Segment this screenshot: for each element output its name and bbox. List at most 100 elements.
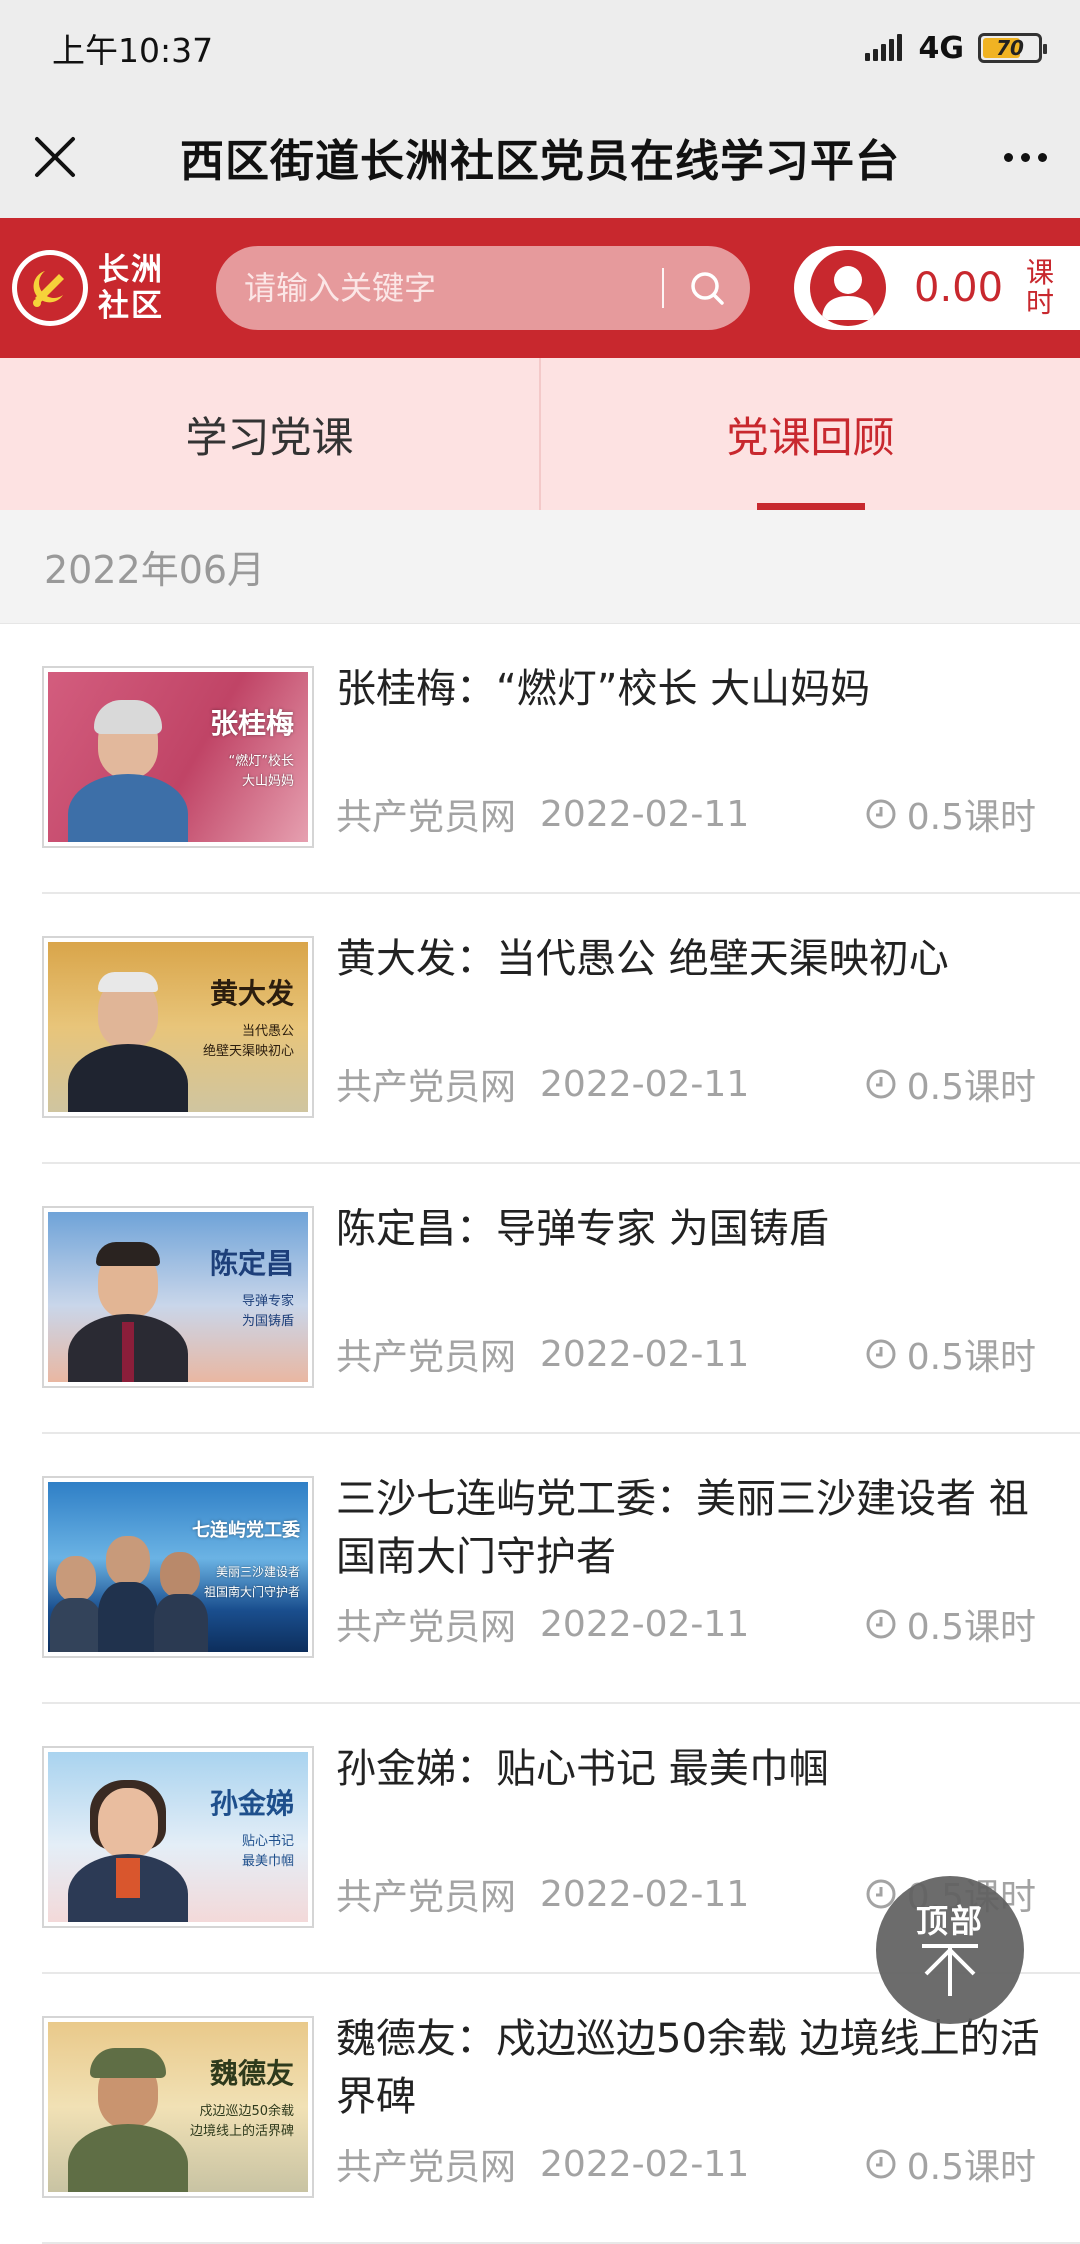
thumbnail-name: 黄大发 [209,977,294,1010]
search-button[interactable] [664,246,750,330]
thumbnail-caption-line1: 导弹专家 [241,1294,294,1309]
more-dot-icon [1003,152,1013,162]
list-item[interactable]: 黄大发 当代愚公 绝壁天渠映初心 黄大发：当代愚公 绝壁天渠映初心 共产党员网 … [42,894,1080,1164]
avatar[interactable] [810,250,886,326]
more-dot-icon [1020,152,1030,162]
lesson-duration: 0.5课时 [906,2147,1036,2188]
thumbnail-caption: 导弹专家 为国铸盾 [242,1292,294,1332]
lesson-source: 共产党员网 [336,1607,517,1648]
lesson-thumbnail[interactable]: 张桂梅 “燃灯”校长 大山妈妈 [42,666,314,848]
thumbnail-caption-line2: 最美巾帼 [241,1854,294,1869]
lesson-thumbnail[interactable]: 七连屿党工委 美丽三沙建设者 祖国南大门守护者 [42,1476,314,1658]
lesson-date: 2022-02-11 [540,1603,750,1645]
lesson-title[interactable]: 黄大发：当代愚公 绝壁天渠映初心 [336,930,1056,988]
thumbnail-caption-line1: 戍边巡边50余载 [199,2104,294,2119]
thumbnail-caption: “燃灯”校长 大山妈妈 [229,752,294,792]
thumbnail-name: 魏德友 [209,2057,294,2090]
battery-level: 70 [996,36,1024,60]
thumbnail-caption: 美丽三沙建设者 祖国南大门守护者 [204,1562,300,1602]
more-button[interactable] [970,96,1080,218]
close-button[interactable] [0,96,110,218]
search-box [216,246,750,330]
lesson-source: 共产党员网 [336,1067,517,1108]
lesson-meta: 共产党员网 2022-02-11 0.5课时 [336,788,1036,840]
thumbnail-caption-line2: 为国铸盾 [241,1314,294,1329]
thumbnail-caption-line2: 绝壁天渠映初心 [202,1044,294,1059]
status-time: 上午10:37 [52,31,214,70]
tab-label: 党课回顾 [726,412,895,462]
thumbnail-caption-line2: 祖国南大门守护者 [203,1585,300,1599]
lesson-thumbnail[interactable]: 陈定昌 导弹专家 为国铸盾 [42,1206,314,1388]
tab-study-lessons[interactable]: 学习党课 [0,358,539,510]
battery-icon: 70 [978,33,1047,63]
tab-lesson-review[interactable]: 党课回顾 [539,358,1080,510]
logo-text-line2: 社区 [98,288,164,324]
lesson-date: 2022-02-11 [540,793,750,835]
lesson-duration: 0.5课时 [906,1067,1036,1108]
close-icon [35,137,75,177]
clock-icon [866,1339,896,1369]
list-item[interactable]: 七连屿党工委 美丽三沙建设者 祖国南大门守护者 三沙七连屿党工委：美丽三沙建设者… [42,1434,1080,1704]
tab-label: 学习党课 [185,412,354,462]
thumbnail-name: 孙金娣 [209,1787,294,1820]
clock-icon [866,799,896,829]
clock-icon [866,2149,896,2179]
clock-icon [866,1069,896,1099]
tab-bar: 学习党课 党课回顾 [0,358,1080,510]
lesson-meta: 共产党员网 2022-02-11 0.5课时 [336,1058,1036,1110]
user-icon [822,266,874,320]
study-hours-unit: 课时 [1026,256,1055,319]
more-dot-icon [1037,152,1047,162]
lesson-duration: 0.5课时 [906,797,1036,838]
lesson-meta: 共产党员网 2022-02-11 0.5课时 [336,2138,1036,2190]
thumbnail-name: 张桂梅 [209,707,294,740]
thumbnail-caption: 当代愚公 绝壁天渠映初心 [203,1022,294,1062]
back-to-top-label: 顶部 [915,1902,984,1940]
site-header: 长洲 社区 0.00 课时 [0,218,1080,358]
lesson-source: 共产党员网 [336,1337,517,1378]
lesson-source: 共产党员网 [336,1877,517,1918]
thumbnail-caption: 戍边巡边50余载 边境线上的活界碑 [190,2102,294,2142]
study-hours-value: 0.00 [914,265,1004,311]
status-bar: 上午10:37 4G 70 [0,0,1080,96]
lesson-title[interactable]: 魏德友：戍边巡边50余载 边境线上的活界碑 [336,2010,1056,2126]
search-input[interactable] [216,246,662,330]
lesson-meta: 共产党员网 2022-02-11 0.5课时 [336,1598,1036,1650]
lesson-source: 共产党员网 [336,2147,517,2188]
party-emblem-icon [12,250,88,326]
thumbnail-caption-line1: 美丽三沙建设者 [215,1565,300,1579]
lesson-duration: 0.5课时 [906,1607,1036,1648]
thumbnail-caption-line1: 贴心书记 [241,1834,294,1849]
lesson-title[interactable]: 三沙七连屿党工委：美丽三沙建设者 祖国南大门守护者 [336,1470,1056,1586]
lesson-thumbnail[interactable]: 黄大发 当代愚公 绝壁天渠映初心 [42,936,314,1118]
logo-text-line1: 长洲 [98,252,164,288]
user-hours-panel[interactable]: 0.00 课时 [794,246,1080,330]
active-tab-indicator [756,503,865,510]
thumbnail-caption-line1: 当代愚公 [241,1024,294,1039]
thumbnail-caption-line2: 大山妈妈 [241,774,294,789]
clock-icon [866,1609,896,1639]
community-logo[interactable]: 长洲 社区 [12,250,212,326]
month-group-header: 2022年06月 [0,510,1080,624]
lesson-date: 2022-02-11 [540,1873,750,1915]
lesson-source: 共产党员网 [336,797,517,838]
thumbnail-name: 陈定昌 [209,1247,294,1280]
status-indicators: 4G 70 [864,31,1047,66]
lesson-title[interactable]: 陈定昌：导弹专家 为国铸盾 [336,1200,1056,1258]
lesson-date: 2022-02-11 [540,1333,750,1375]
search-icon [691,272,724,305]
lesson-thumbnail[interactable]: 孙金娣 贴心书记 最美巾帼 [42,1746,314,1928]
lesson-title[interactable]: 张桂梅：“燃灯”校长 大山妈妈 [336,660,1056,718]
title-bar: 西区街道长洲社区党员在线学习平台 [0,96,1080,218]
list-item[interactable]: 张桂梅 “燃灯”校长 大山妈妈 张桂梅：“燃灯”校长 大山妈妈 共产党员网 20… [42,624,1080,894]
logo-text: 长洲 社区 [98,252,164,324]
lesson-thumbnail[interactable]: 魏德友 戍边巡边50余载 边境线上的活界碑 [42,2016,314,2198]
lesson-date: 2022-02-11 [540,2143,750,2185]
thumbnail-caption-line2: 边境线上的活界碑 [189,2124,294,2139]
thumbnail-caption-line1: “燃灯”校长 [228,754,294,769]
back-to-top-button[interactable]: 顶部 [876,1876,1024,2024]
signal-icon [864,33,905,63]
lesson-meta: 共产党员网 2022-02-11 0.5课时 [336,1328,1036,1380]
lesson-title[interactable]: 孙金娣：贴心书记 最美巾帼 [336,1740,1056,1798]
list-item[interactable]: 陈定昌 导弹专家 为国铸盾 陈定昌：导弹专家 为国铸盾 共产党员网 2022-0… [42,1164,1080,1434]
